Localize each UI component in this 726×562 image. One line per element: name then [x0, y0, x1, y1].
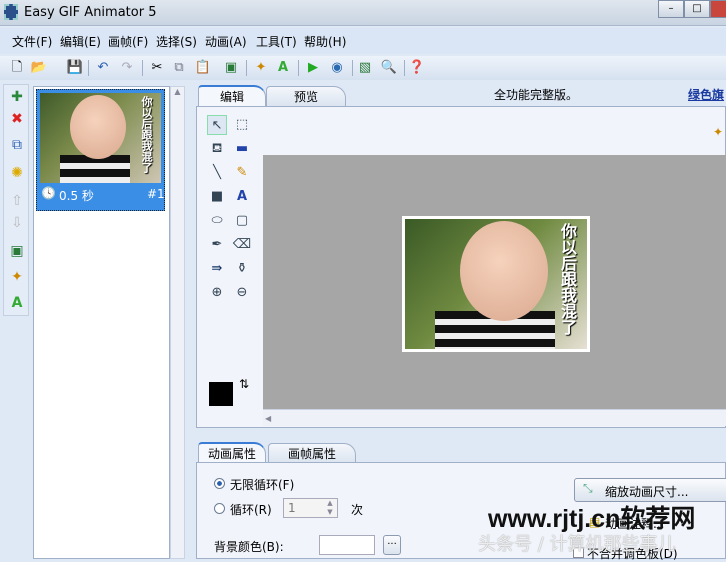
redo-icon[interactable]: ↷: [118, 59, 136, 77]
foreground-color[interactable]: [209, 382, 233, 406]
new-blank-frame-icon[interactable]: ✺: [7, 163, 27, 183]
menu-help[interactable]: 帮助(H): [304, 33, 346, 50]
green-link[interactable]: 绿色旗: [688, 86, 724, 103]
infinite-loop-label: 无限循环(F): [230, 478, 295, 492]
app-icon: [4, 4, 18, 20]
edit-panel: ↖ ⬚ ⛾ ▬ ╲ ✎ ■ A ⬭ ▢ ✒ ⌫ ⇛ ⚱ ⊕ ⊖ ⇅ ✦ 你以后跟…: [196, 106, 726, 428]
eraser-tool-icon[interactable]: ⌫: [232, 235, 252, 255]
cut-icon[interactable]: ✂: [148, 59, 166, 77]
watermark-source: 头条号 / 计算机那些事儿: [478, 534, 676, 555]
bg-color-swatch[interactable]: [319, 535, 375, 555]
move-up-icon[interactable]: ⇧: [7, 191, 27, 211]
menu-animation[interactable]: 动画(A): [205, 33, 247, 50]
swap-colors-icon[interactable]: ⇅: [239, 377, 249, 391]
frame-item[interactable]: 你以后跟我混了 🕓 0.5 秒 #1: [36, 89, 165, 211]
add-text-icon[interactable]: A: [7, 293, 27, 313]
window-title: Easy GIF Animator 5: [24, 5, 157, 20]
image-canvas[interactable]: 你以后跟我混了: [263, 155, 726, 409]
eyedropper-tool-icon[interactable]: ✒: [207, 235, 227, 255]
clock-icon: 🕓: [41, 186, 56, 200]
edit-image-icon[interactable]: ▣: [7, 241, 27, 261]
open-icon[interactable]: 📂: [30, 59, 48, 77]
help-icon[interactable]: ❓: [408, 59, 426, 77]
tab-preview[interactable]: 预览: [266, 86, 346, 108]
frame-index: #1: [147, 187, 165, 201]
play-icon[interactable]: ▶: [304, 59, 322, 77]
add-frame-icon[interactable]: ✚: [7, 87, 27, 107]
wizard-icon[interactable]: ✦: [252, 59, 270, 77]
bg-color-browse-button[interactable]: ...: [383, 535, 401, 555]
brush-tool-icon[interactable]: ✎: [232, 163, 252, 183]
undo-icon[interactable]: ↶: [94, 59, 112, 77]
tab-animation-properties[interactable]: 动画属性: [198, 442, 266, 464]
text-tool-icon[interactable]: A: [232, 187, 252, 207]
zoom-out-icon[interactable]: ⊖: [232, 283, 252, 303]
menu-file[interactable]: 文件(F): [12, 33, 52, 50]
menu-bar: 文件(F) 编辑(E) 画帧(F) 选择(S) 动画(A) 工具(T) 帮助(H…: [0, 28, 726, 54]
export-icon[interactable]: ▧: [356, 59, 374, 77]
toolbar: 🗋 📂 💾 ↶ ↷ ✂ ⧉ 📋 ▣ ✦ A ▶ ◉ ▧ 🔍 ❓: [0, 56, 726, 80]
transform-tool-icon[interactable]: ⇛: [207, 259, 227, 279]
ellipse-tool-icon[interactable]: ⬭: [207, 211, 227, 231]
close-button[interactable]: [710, 0, 726, 18]
save-icon[interactable]: 💾: [66, 59, 84, 77]
frame-toolbar: ✚ ✖ ⧉ ✺ ⇧ ⇩ ▣ ✦ A: [3, 84, 29, 316]
marquee-tool-icon[interactable]: ⬚: [232, 115, 252, 135]
loop-radio[interactable]: [214, 503, 225, 514]
title-bar: Easy GIF Animator 5 – □: [0, 0, 726, 26]
infinite-loop-radio[interactable]: [214, 478, 225, 489]
new-icon[interactable]: 🗋: [8, 59, 26, 77]
edition-notice: 全功能完整版。: [494, 88, 579, 102]
line-tool-icon[interactable]: ╲: [207, 163, 227, 183]
menu-tools[interactable]: 工具(T): [256, 33, 297, 50]
minimize-button[interactable]: –: [658, 0, 684, 18]
magic-wand-icon[interactable]: ✦: [7, 267, 27, 287]
resize-icon: ⤡: [583, 481, 593, 495]
copy-icon[interactable]: ⧉: [170, 59, 188, 77]
menu-frame[interactable]: 画帧(F): [108, 33, 148, 50]
loop-count-spinner[interactable]: ▲ ▼: [323, 499, 337, 517]
fill-tool-icon[interactable]: ⛾: [207, 139, 227, 159]
pointer-tool-icon[interactable]: ↖: [207, 115, 227, 135]
frame-list-scrollbar[interactable]: ▲: [170, 86, 185, 559]
frame-duration[interactable]: 0.5 秒: [59, 187, 94, 204]
delete-frame-icon[interactable]: ✖: [7, 109, 27, 129]
menu-select[interactable]: 选择(S): [156, 33, 197, 50]
gradient-tool-icon[interactable]: ▬: [232, 139, 252, 159]
duplicate-frame-icon[interactable]: ⧉: [7, 135, 27, 155]
spray-tool-icon[interactable]: ⚱: [232, 259, 252, 279]
gif-image: 你以后跟我混了: [402, 216, 590, 352]
bg-color-label: 背景颜色(B):: [214, 540, 284, 554]
zoom-in-icon[interactable]: ⊕: [207, 283, 227, 303]
image-edit-icon[interactable]: ▣: [222, 59, 240, 77]
optimize-icon[interactable]: 🔍: [380, 59, 398, 77]
tab-edit[interactable]: 编辑: [198, 85, 266, 107]
loop-label: 循环(R): [230, 503, 272, 517]
preview-browser-icon[interactable]: ◉: [328, 59, 346, 77]
frame-thumbnail: 你以后跟我混了: [40, 93, 161, 183]
paste-icon[interactable]: 📋: [194, 59, 212, 77]
times-label: 次: [351, 503, 364, 517]
rectangle-tool-icon[interactable]: ■: [207, 187, 227, 207]
move-down-icon[interactable]: ⇩: [7, 213, 27, 233]
text-icon[interactable]: A: [274, 59, 292, 77]
canvas-hscrollbar[interactable]: ◀: [263, 409, 726, 426]
frame-list: 你以后跟我混了 🕓 0.5 秒 #1: [33, 86, 170, 559]
menu-edit[interactable]: 编辑(E): [60, 33, 101, 50]
rounded-rect-tool-icon[interactable]: ▢: [232, 211, 252, 231]
wizard-icon[interactable]: ✦: [713, 125, 723, 139]
maximize-button[interactable]: □: [684, 0, 710, 18]
